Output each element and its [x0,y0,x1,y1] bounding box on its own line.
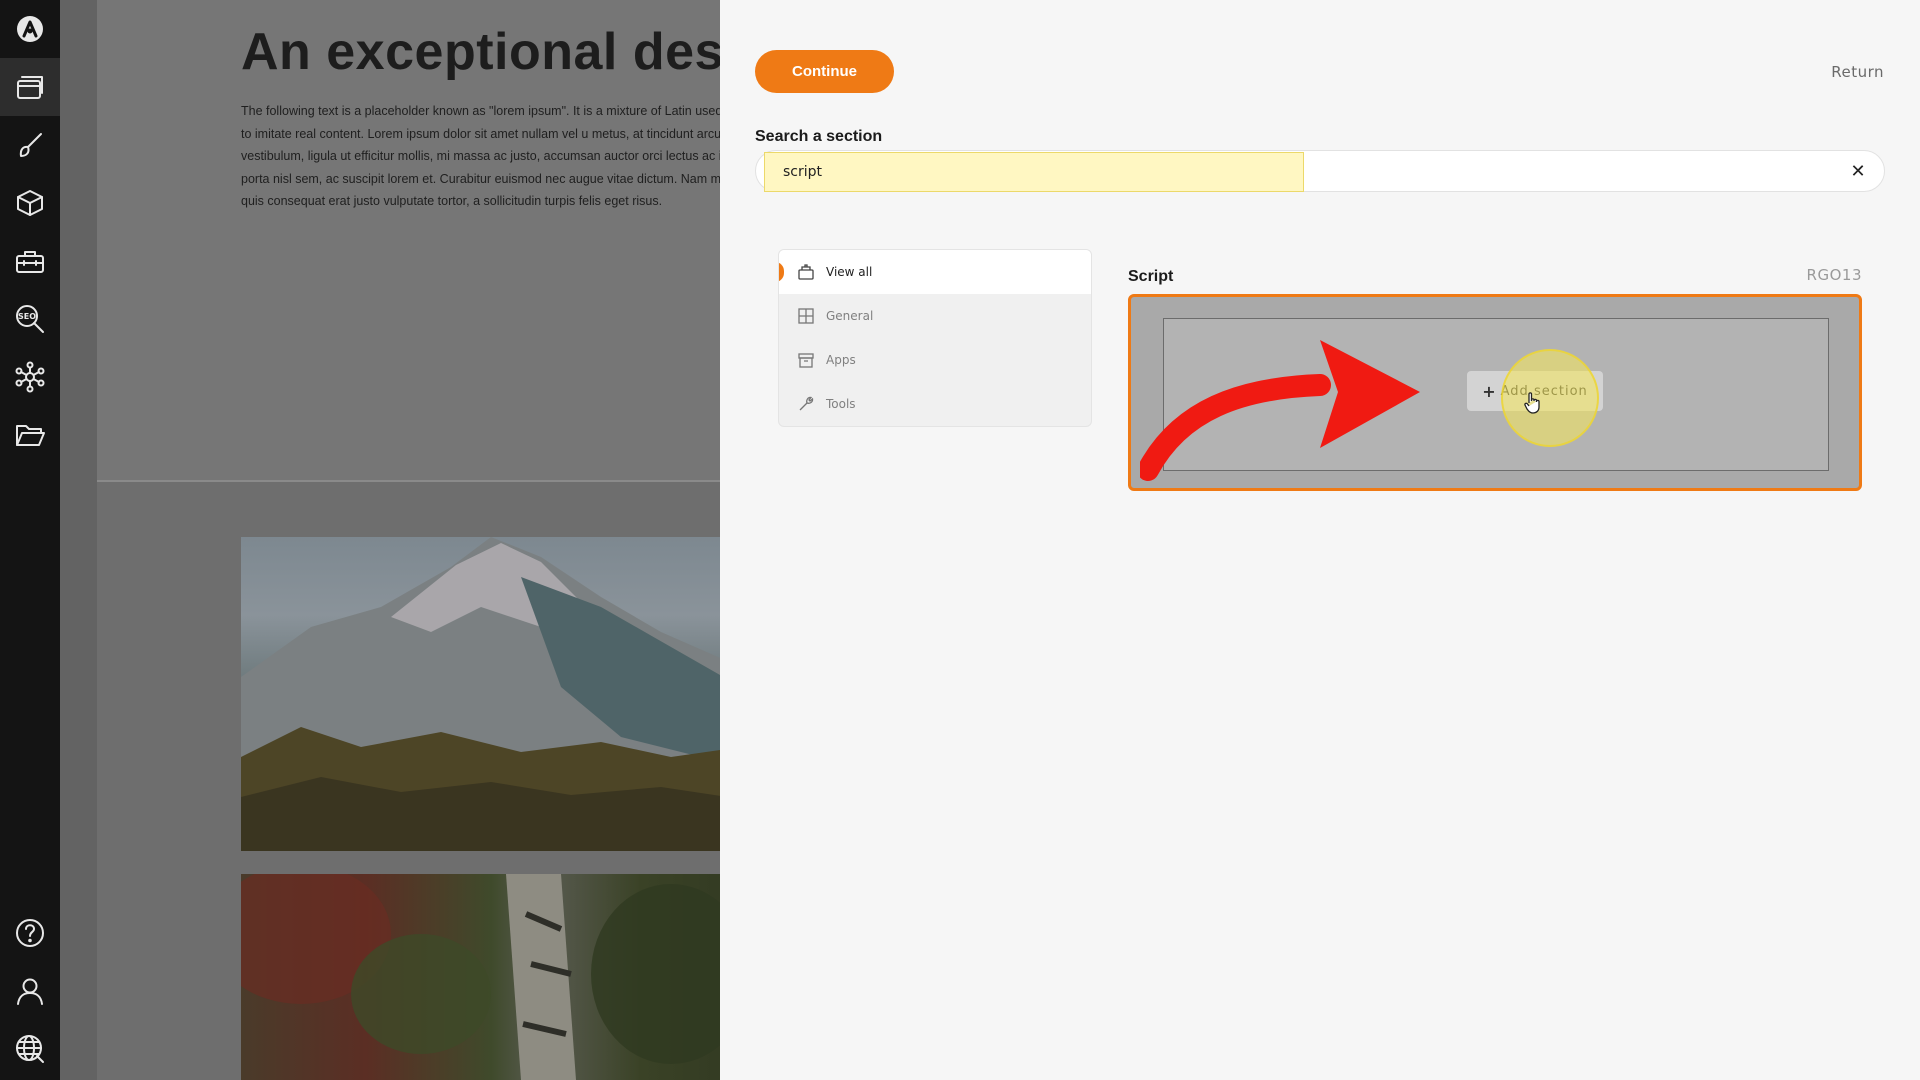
category-general[interactable]: General [779,294,1091,338]
preview-heading: An exceptional desig [241,23,720,81]
continue-button[interactable]: Continue [755,50,894,93]
add-section-panel: Continue Return Search a section ✕ View … [720,0,1920,1080]
active-marker [779,262,784,282]
result-code: RGO13 [1806,266,1862,284]
category-tools[interactable]: Tools [779,382,1091,426]
sidebar-item-modules[interactable] [0,174,60,232]
result-title: Script [1128,268,1174,285]
plus-icon: + [1482,381,1497,401]
category-label: General [826,309,874,323]
search-label: Search a section [755,128,883,145]
box-icon [17,190,43,216]
preview-gutter [60,0,97,1080]
brush-icon [19,133,42,157]
page-preview: An exceptional desig The following text … [60,0,720,1080]
return-link[interactable]: Return [1831,63,1884,81]
sidebar-item-files[interactable] [0,406,60,464]
category-apps[interactable]: Apps [779,338,1091,382]
section-result-card[interactable]: + Add section [1128,294,1862,491]
preview-body-text: The following text is a placeholder know… [241,104,720,208]
add-section-label: Add section [1500,383,1588,399]
search-box: ✕ [755,150,1885,192]
wrench-icon [799,396,814,411]
archive-icon [798,353,814,368]
help-icon [16,919,44,947]
category-label: Tools [826,397,856,411]
user-icon [17,978,43,1005]
sidebar-item-help[interactable] [0,904,60,962]
pages-icon [17,76,43,99]
toolbox-icon [16,251,44,273]
sidebar-item-seo[interactable]: SEO [0,290,60,348]
globe-icon [16,1035,44,1063]
sidebar-item-design[interactable] [0,116,60,174]
add-section-button[interactable]: + Add section [1467,371,1603,411]
category-label: View all [826,265,873,279]
category-list: View all General Apps Tools [778,249,1092,427]
sidebar-rail: SEO [0,0,60,1080]
seo-icon: SEO [16,305,44,333]
logo-icon [17,16,43,42]
close-icon[interactable]: ✕ [1846,159,1870,183]
preview-mountain-image [241,537,720,851]
category-view-all[interactable]: View all [779,250,1091,294]
folder-icon [16,425,45,446]
sidebar-item-tools[interactable] [0,232,60,290]
sidebar-item-pages[interactable] [0,58,60,116]
section-preview-frame: + Add section [1163,318,1829,471]
grid-icon [798,308,814,324]
network-icon [15,361,45,393]
sidebar-item-language[interactable] [0,1020,60,1078]
category-label: Apps [826,353,856,367]
logo-button[interactable] [0,0,60,58]
preview-forest-image [241,874,720,1080]
sidebar-item-account[interactable] [0,962,60,1020]
svg-text:SEO: SEO [18,312,36,321]
sidebar-item-network[interactable] [0,348,60,406]
search-input[interactable] [764,152,1304,192]
view-all-icon [798,264,814,280]
